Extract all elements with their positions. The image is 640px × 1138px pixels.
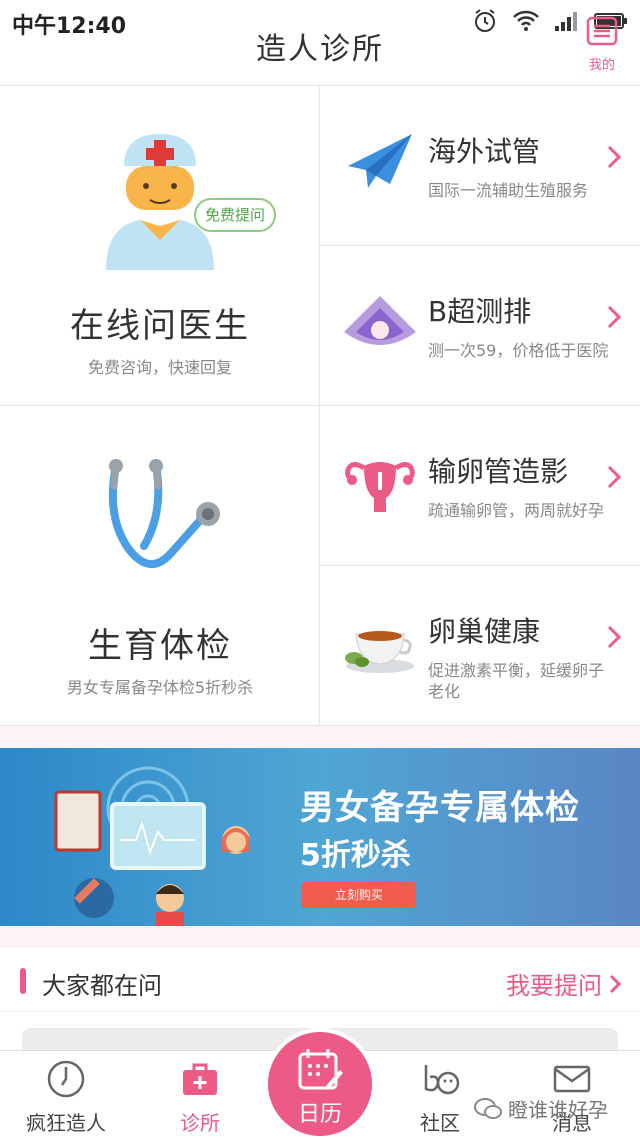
online-doctor-subtitle: 免费咨询，快速回复 <box>87 358 232 377</box>
tab-label: 疯狂造人 <box>26 1111 106 1135</box>
watermark: 瞪谁谁好孕 <box>474 1094 608 1123</box>
ovary-health-card[interactable]: 卵巢健康 促进激素平衡，延缓卵子老化 <box>320 566 640 726</box>
checkup-subtitle: 男女专属备孕体检5折秒杀 <box>66 678 254 697</box>
tab-clinic[interactable]: 诊所 <box>136 1051 264 1138</box>
checkup-title: 生育体检 <box>88 626 232 666</box>
overseas-ivf-card[interactable]: 海外试管 国际一流辅助生殖服务 <box>320 86 640 246</box>
page-header: 造人诊所 我的 <box>0 0 640 86</box>
page-title: 造人诊所 <box>256 32 384 67</box>
wechat-icon <box>474 1097 502 1119</box>
uterus-icon <box>342 446 418 522</box>
section-marker <box>20 968 26 994</box>
mail-icon <box>553 1065 591 1093</box>
divider <box>0 926 640 948</box>
ovary-subtitle: 促进激素平衡，延缓卵子老化 <box>428 661 605 701</box>
tube-subtitle: 疏通输卵管，两周就好孕 <box>428 501 605 520</box>
section-title: 大家都在问 <box>42 972 162 1000</box>
chevron-right-icon <box>607 305 622 329</box>
airplane-icon <box>342 126 418 202</box>
banner-subheadline: 5折秒杀 <box>300 838 411 873</box>
medical-kit-icon <box>183 1063 217 1095</box>
online-doctor-card[interactable]: 免费提问 在线问医生 免费咨询，快速回复 <box>0 86 320 406</box>
ivf-subtitle: 国际一流辅助生殖服务 <box>428 181 589 200</box>
ultrasound-icon <box>342 286 418 362</box>
community-icon <box>424 1065 460 1095</box>
stethoscope-icon <box>108 459 220 568</box>
ultrasound-card[interactable]: B超测排 测一次59，价格低于医院 <box>320 246 640 406</box>
qa-section-header: 大家都在问 我要提问 <box>0 948 640 1012</box>
ovary-title: 卵巢健康 <box>428 615 541 648</box>
watermark-text: 瞪谁谁好孕 <box>508 1098 608 1122</box>
calendar-icon <box>298 1049 343 1090</box>
tube-title: 输卵管造影 <box>428 455 569 488</box>
chevron-right-icon <box>607 145 622 169</box>
my-profile-label: 我的 <box>588 58 615 73</box>
medical-illustration <box>54 766 250 926</box>
chevron-right-icon <box>609 974 622 993</box>
ask-question-label: 我要提问 <box>506 972 602 1000</box>
chevron-right-icon <box>607 625 622 649</box>
tea-cup-icon <box>342 606 418 682</box>
ultrasound-subtitle: 测一次59，价格低于医院 <box>428 341 609 360</box>
ivf-title: 海外试管 <box>428 135 541 168</box>
tab-calendar[interactable]: 日历 <box>268 1032 372 1136</box>
tube-imaging-card[interactable]: 输卵管造影 疏通输卵管，两周就好孕 <box>320 406 640 566</box>
clock-icon <box>47 1060 85 1098</box>
online-doctor-title: 在线问医生 <box>70 306 250 346</box>
buy-now-button[interactable]: 立刻购买 <box>302 882 416 908</box>
ask-question-link[interactable]: 我要提问 <box>506 966 622 1001</box>
tab-label: 日历 <box>297 1102 342 1127</box>
tab-label: 诊所 <box>180 1111 220 1135</box>
divider <box>0 726 640 748</box>
tab-crazy-baby[interactable]: 疯狂造人 <box>2 1051 130 1138</box>
banner-headline: 男女备孕专属体检 <box>300 788 580 828</box>
promo-banner[interactable]: 男女备孕专属体检 5折秒杀 立刻购买 <box>0 748 640 926</box>
free-question-badge: 免费提问 <box>194 198 276 232</box>
list-icon <box>586 16 618 46</box>
my-profile-button[interactable]: 我的 <box>582 14 622 73</box>
ultrasound-title: B超测排 <box>428 295 532 328</box>
chevron-right-icon <box>607 465 622 489</box>
fertility-checkup-card[interactable]: 生育体检 男女专属备孕体检5折秒杀 <box>0 406 320 726</box>
service-grid: 免费提问 在线问医生 免费咨询，快速回复 生育体检 男女专属备孕体检5折秒杀 海… <box>0 86 640 726</box>
